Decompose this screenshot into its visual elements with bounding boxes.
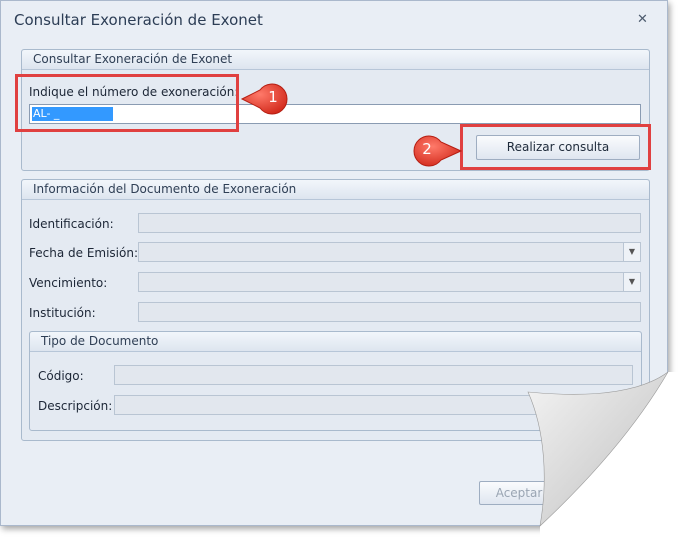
page-curl-decoration (527, 371, 685, 541)
